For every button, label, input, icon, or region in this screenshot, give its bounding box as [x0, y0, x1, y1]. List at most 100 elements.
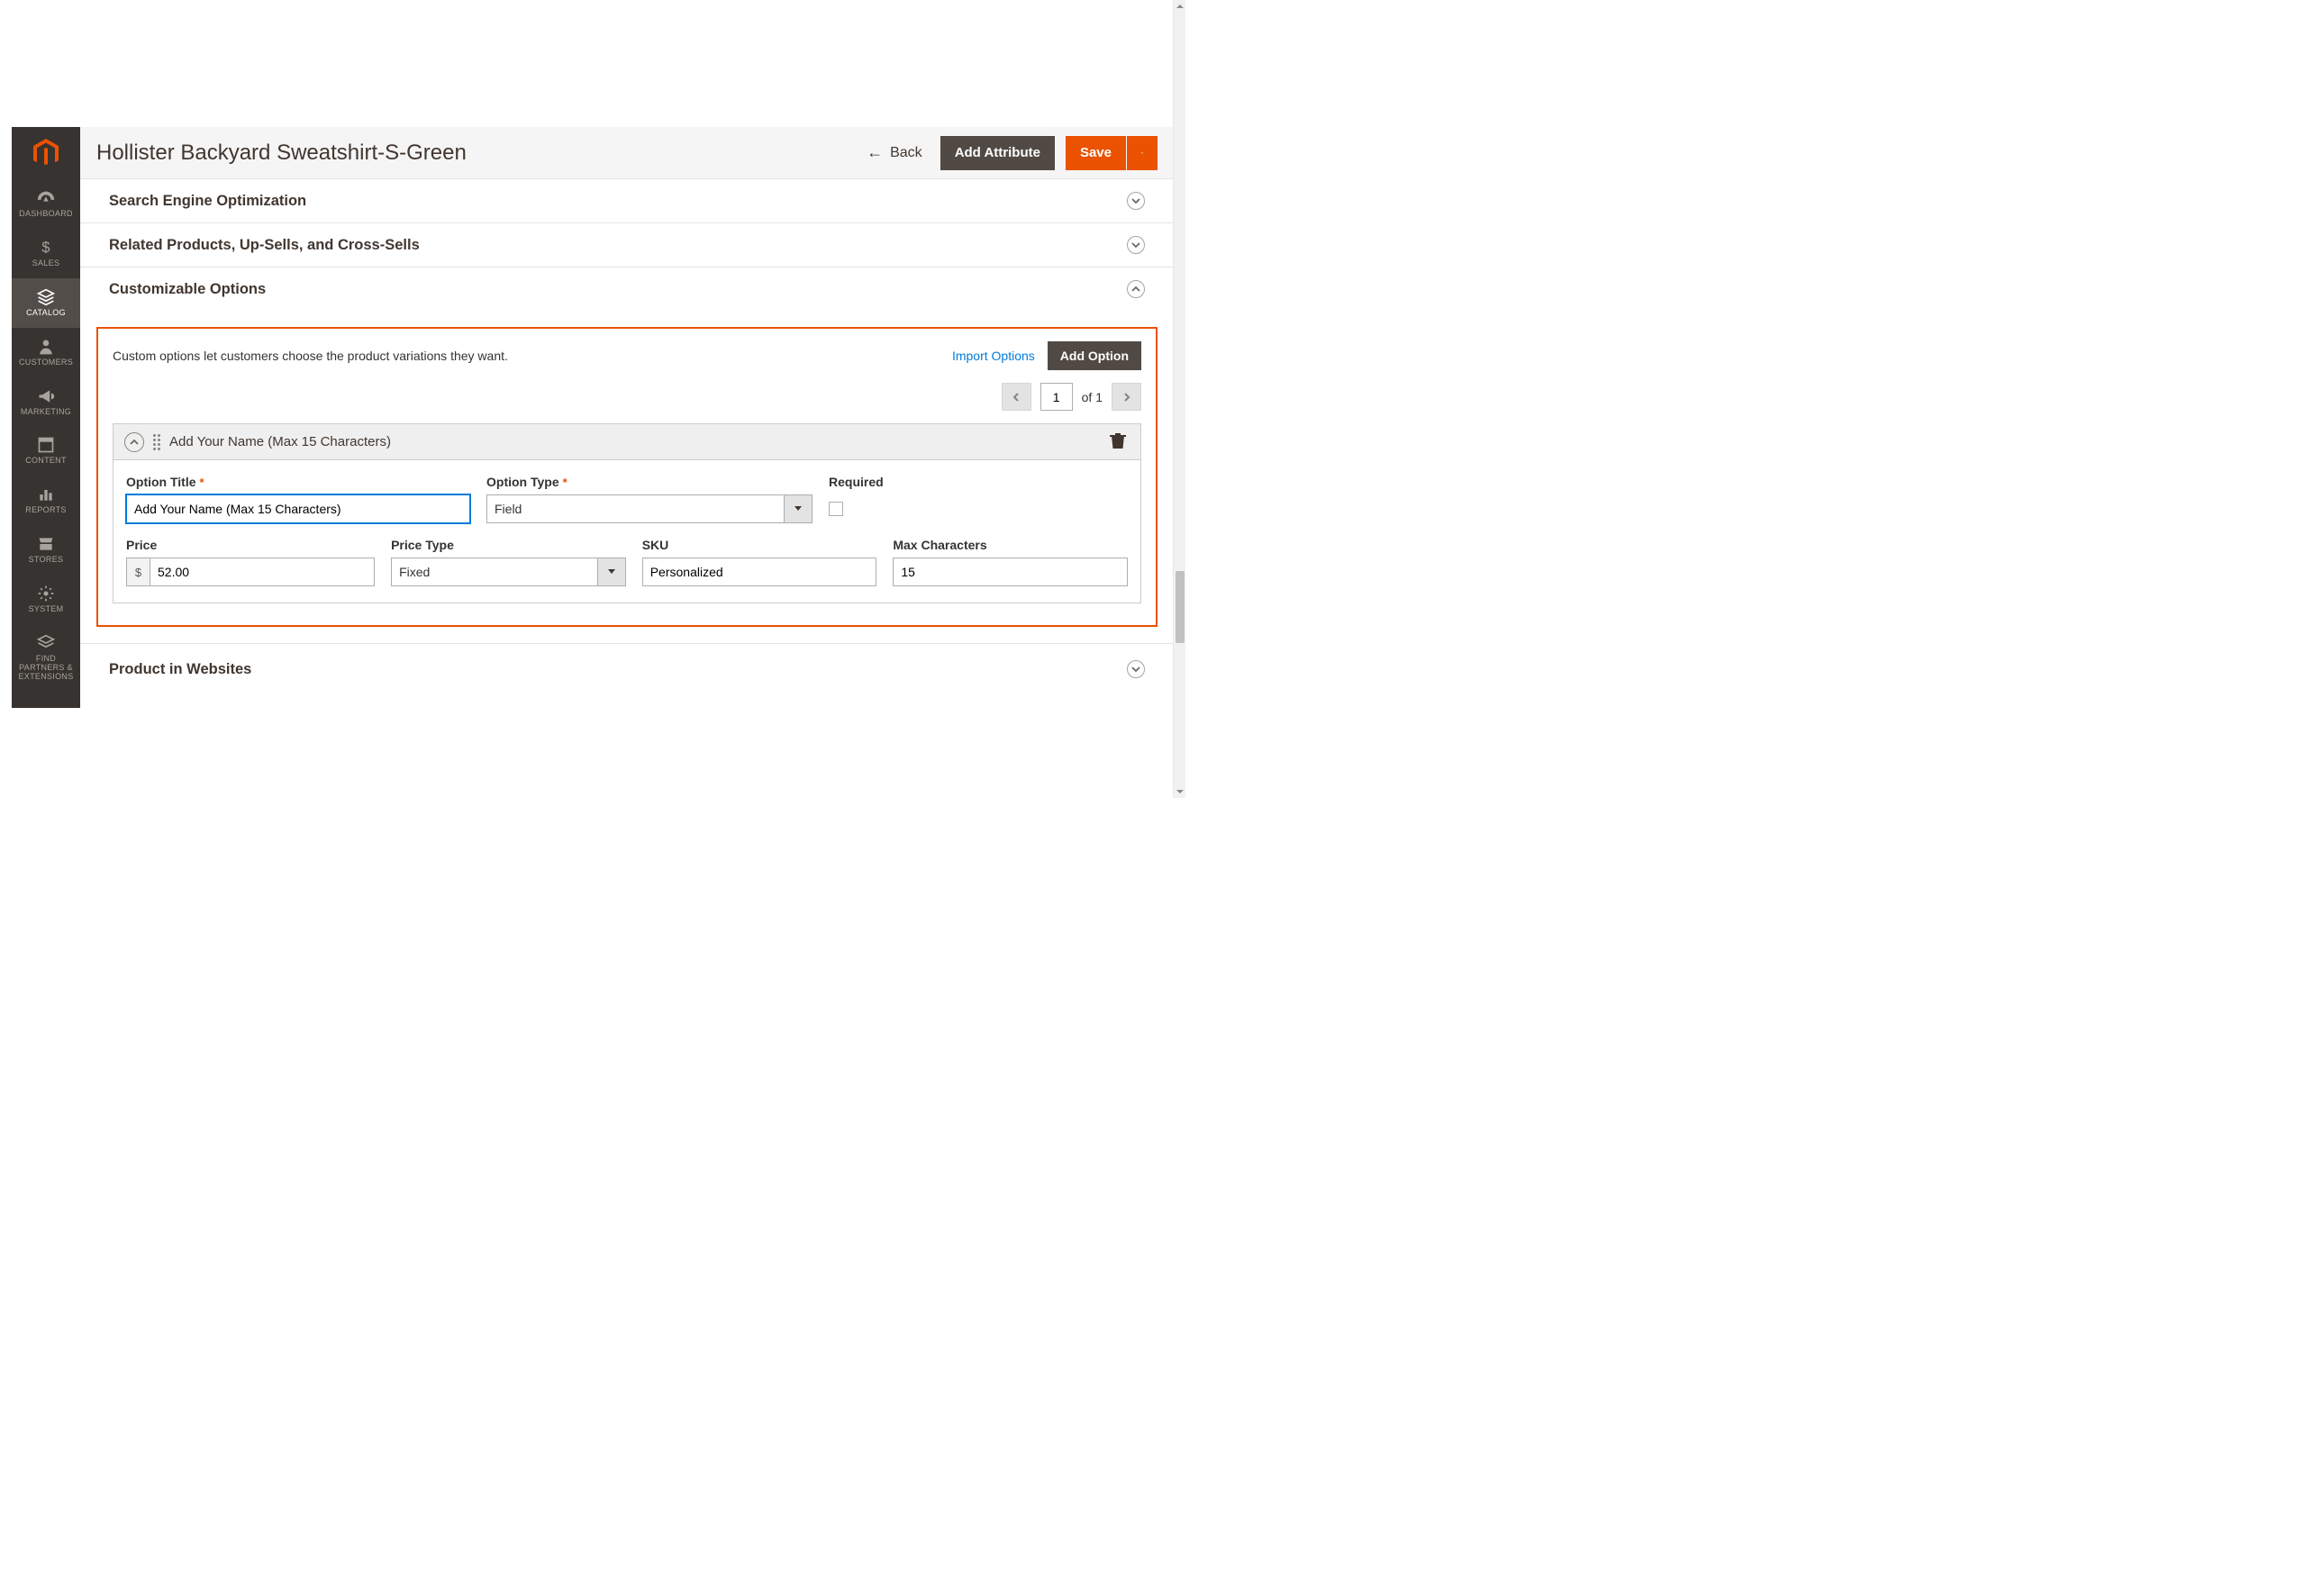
- add-attribute-button[interactable]: Add Attribute: [940, 136, 1055, 170]
- magento-logo[interactable]: [12, 127, 80, 179]
- expand-icon: [1127, 192, 1145, 210]
- scroll-up-button[interactable]: [1174, 0, 1185, 13]
- pager-next-button[interactable]: [1112, 383, 1141, 411]
- customers-icon: [36, 338, 56, 356]
- delete-option-button[interactable]: [1110, 431, 1126, 452]
- svg-text:$: $: [41, 239, 50, 256]
- price-type-value: Fixed: [391, 558, 597, 586]
- customizable-options-panel: Custom options let customers choose the …: [96, 327, 1158, 627]
- option-header-title: Add Your Name (Max 15 Characters): [169, 434, 1101, 449]
- content-icon: [36, 436, 56, 454]
- section-title: Customizable Options: [109, 281, 1127, 298]
- sku-input[interactable]: [642, 558, 877, 586]
- sidebar-label: CATALOG: [26, 309, 66, 318]
- required-field: Required: [829, 475, 884, 523]
- dashboard-icon: [36, 189, 56, 207]
- header-actions: ← Back Add Attribute Save: [867, 136, 1158, 170]
- option-type-label: Option Type*: [486, 475, 813, 489]
- sidebar-item-marketing[interactable]: MARKETING: [12, 377, 80, 427]
- required-label: Required: [829, 475, 884, 489]
- back-button[interactable]: ← Back: [867, 143, 922, 162]
- add-option-button[interactable]: Add Option: [1048, 341, 1141, 370]
- price-input-wrap: $: [126, 558, 375, 586]
- expand-icon: [1127, 236, 1145, 254]
- app-frame: DASHBOARD $ SALES CATALOG CUSTOMERS MARK…: [12, 127, 1174, 708]
- required-star: *: [200, 476, 204, 489]
- sidebar-item-dashboard[interactable]: DASHBOARD: [12, 179, 80, 229]
- max-chars-label: Max Characters: [893, 538, 1128, 552]
- option-title-label: Option Title*: [126, 475, 470, 489]
- caret-down-icon: [784, 494, 813, 523]
- sku-field: SKU: [642, 538, 877, 586]
- collapse-icon: [1127, 280, 1145, 298]
- required-star: *: [563, 476, 567, 489]
- sidebar-item-stores[interactable]: STORES: [12, 525, 80, 575]
- viewport: DASHBOARD $ SALES CATALOG CUSTOMERS MARK…: [0, 0, 1185, 798]
- currency-symbol: $: [126, 558, 150, 586]
- system-icon: [36, 585, 56, 603]
- section-title: Search Engine Optimization: [109, 193, 1127, 210]
- option-row-1: Option Title* Option Type* Fiel: [126, 475, 1128, 523]
- marketing-icon: [36, 387, 56, 405]
- sku-label: SKU: [642, 538, 877, 552]
- required-checkbox[interactable]: [829, 502, 843, 516]
- sidebar-label: SALES: [32, 259, 60, 268]
- custom-option-block: Add Your Name (Max 15 Characters) Option…: [113, 423, 1141, 603]
- sidebar-label: CUSTOMERS: [19, 358, 73, 367]
- sidebar-item-customers[interactable]: CUSTOMERS: [12, 328, 80, 377]
- save-button[interactable]: Save: [1066, 136, 1126, 170]
- sidebar-label: MARKETING: [21, 408, 71, 417]
- catalog-icon: [36, 288, 56, 306]
- section-customizable[interactable]: Customizable Options: [80, 268, 1174, 311]
- scroll-down-button[interactable]: [1174, 785, 1185, 798]
- price-type-select[interactable]: Fixed: [391, 558, 626, 586]
- sidebar-item-sales[interactable]: $ SALES: [12, 229, 80, 278]
- sidebar-label: FIND PARTNERS & EXTENSIONS: [14, 655, 78, 682]
- option-collapse-toggle[interactable]: [124, 432, 144, 452]
- page-title: Hollister Backyard Sweatshirt-S-Green: [96, 141, 867, 166]
- sidebar-label: STORES: [29, 556, 64, 565]
- sidebar-label: DASHBOARD: [19, 210, 73, 219]
- section-related[interactable]: Related Products, Up-Sells, and Cross-Se…: [80, 223, 1174, 268]
- max-chars-input[interactable]: [893, 558, 1128, 586]
- expand-icon: [1127, 660, 1145, 678]
- browser-scrollbar[interactable]: [1173, 0, 1185, 798]
- section-seo[interactable]: Search Engine Optimization: [80, 179, 1174, 223]
- price-input[interactable]: [150, 558, 375, 586]
- main-content: Hollister Backyard Sweatshirt-S-Green ← …: [80, 127, 1174, 708]
- price-label: Price: [126, 538, 375, 552]
- pager-of-label: of 1: [1082, 390, 1103, 404]
- magento-logo-icon: [31, 138, 61, 168]
- back-label: Back: [890, 145, 922, 161]
- price-type-field: Price Type Fixed: [391, 538, 626, 586]
- sales-icon: $: [36, 239, 56, 257]
- sidebar-label: REPORTS: [25, 506, 66, 515]
- trash-icon: [1110, 431, 1126, 449]
- sidebar-item-system[interactable]: SYSTEM: [12, 575, 80, 624]
- sidebar-item-partners[interactable]: FIND PARTNERS & EXTENSIONS: [12, 624, 80, 692]
- save-dropdown-button[interactable]: [1127, 136, 1158, 170]
- section-title: Related Products, Up-Sells, and Cross-Se…: [109, 237, 1127, 254]
- admin-sidebar: DASHBOARD $ SALES CATALOG CUSTOMERS MARK…: [12, 127, 80, 708]
- option-row-2: Price $ Price Type Fixed: [126, 538, 1128, 586]
- custom-option-header: Add Your Name (Max 15 Characters): [113, 424, 1140, 460]
- section-websites[interactable]: Product in Websites: [80, 643, 1174, 694]
- body-area: Search Engine Optimization Related Produ…: [80, 179, 1174, 694]
- price-type-label: Price Type: [391, 538, 626, 552]
- sidebar-item-content[interactable]: CONTENT: [12, 426, 80, 476]
- option-title-field: Option Title*: [126, 475, 470, 523]
- sidebar-item-catalog[interactable]: CATALOG: [12, 278, 80, 328]
- pager-current-input[interactable]: [1040, 383, 1073, 411]
- custom-options-description: Custom options let customers choose the …: [113, 349, 952, 363]
- drag-handle-icon[interactable]: [153, 434, 160, 450]
- price-field: Price $: [126, 538, 375, 586]
- option-type-field: Option Type* Field: [486, 475, 813, 523]
- caret-down-icon: [597, 558, 626, 586]
- sidebar-item-reports[interactable]: REPORTS: [12, 476, 80, 525]
- option-title-input[interactable]: [126, 494, 470, 523]
- custom-option-body: Option Title* Option Type* Fiel: [113, 460, 1140, 603]
- option-type-select[interactable]: Field: [486, 494, 813, 523]
- pager-prev-button[interactable]: [1002, 383, 1031, 411]
- scroll-thumb[interactable]: [1176, 571, 1185, 643]
- import-options-link[interactable]: Import Options: [952, 349, 1035, 363]
